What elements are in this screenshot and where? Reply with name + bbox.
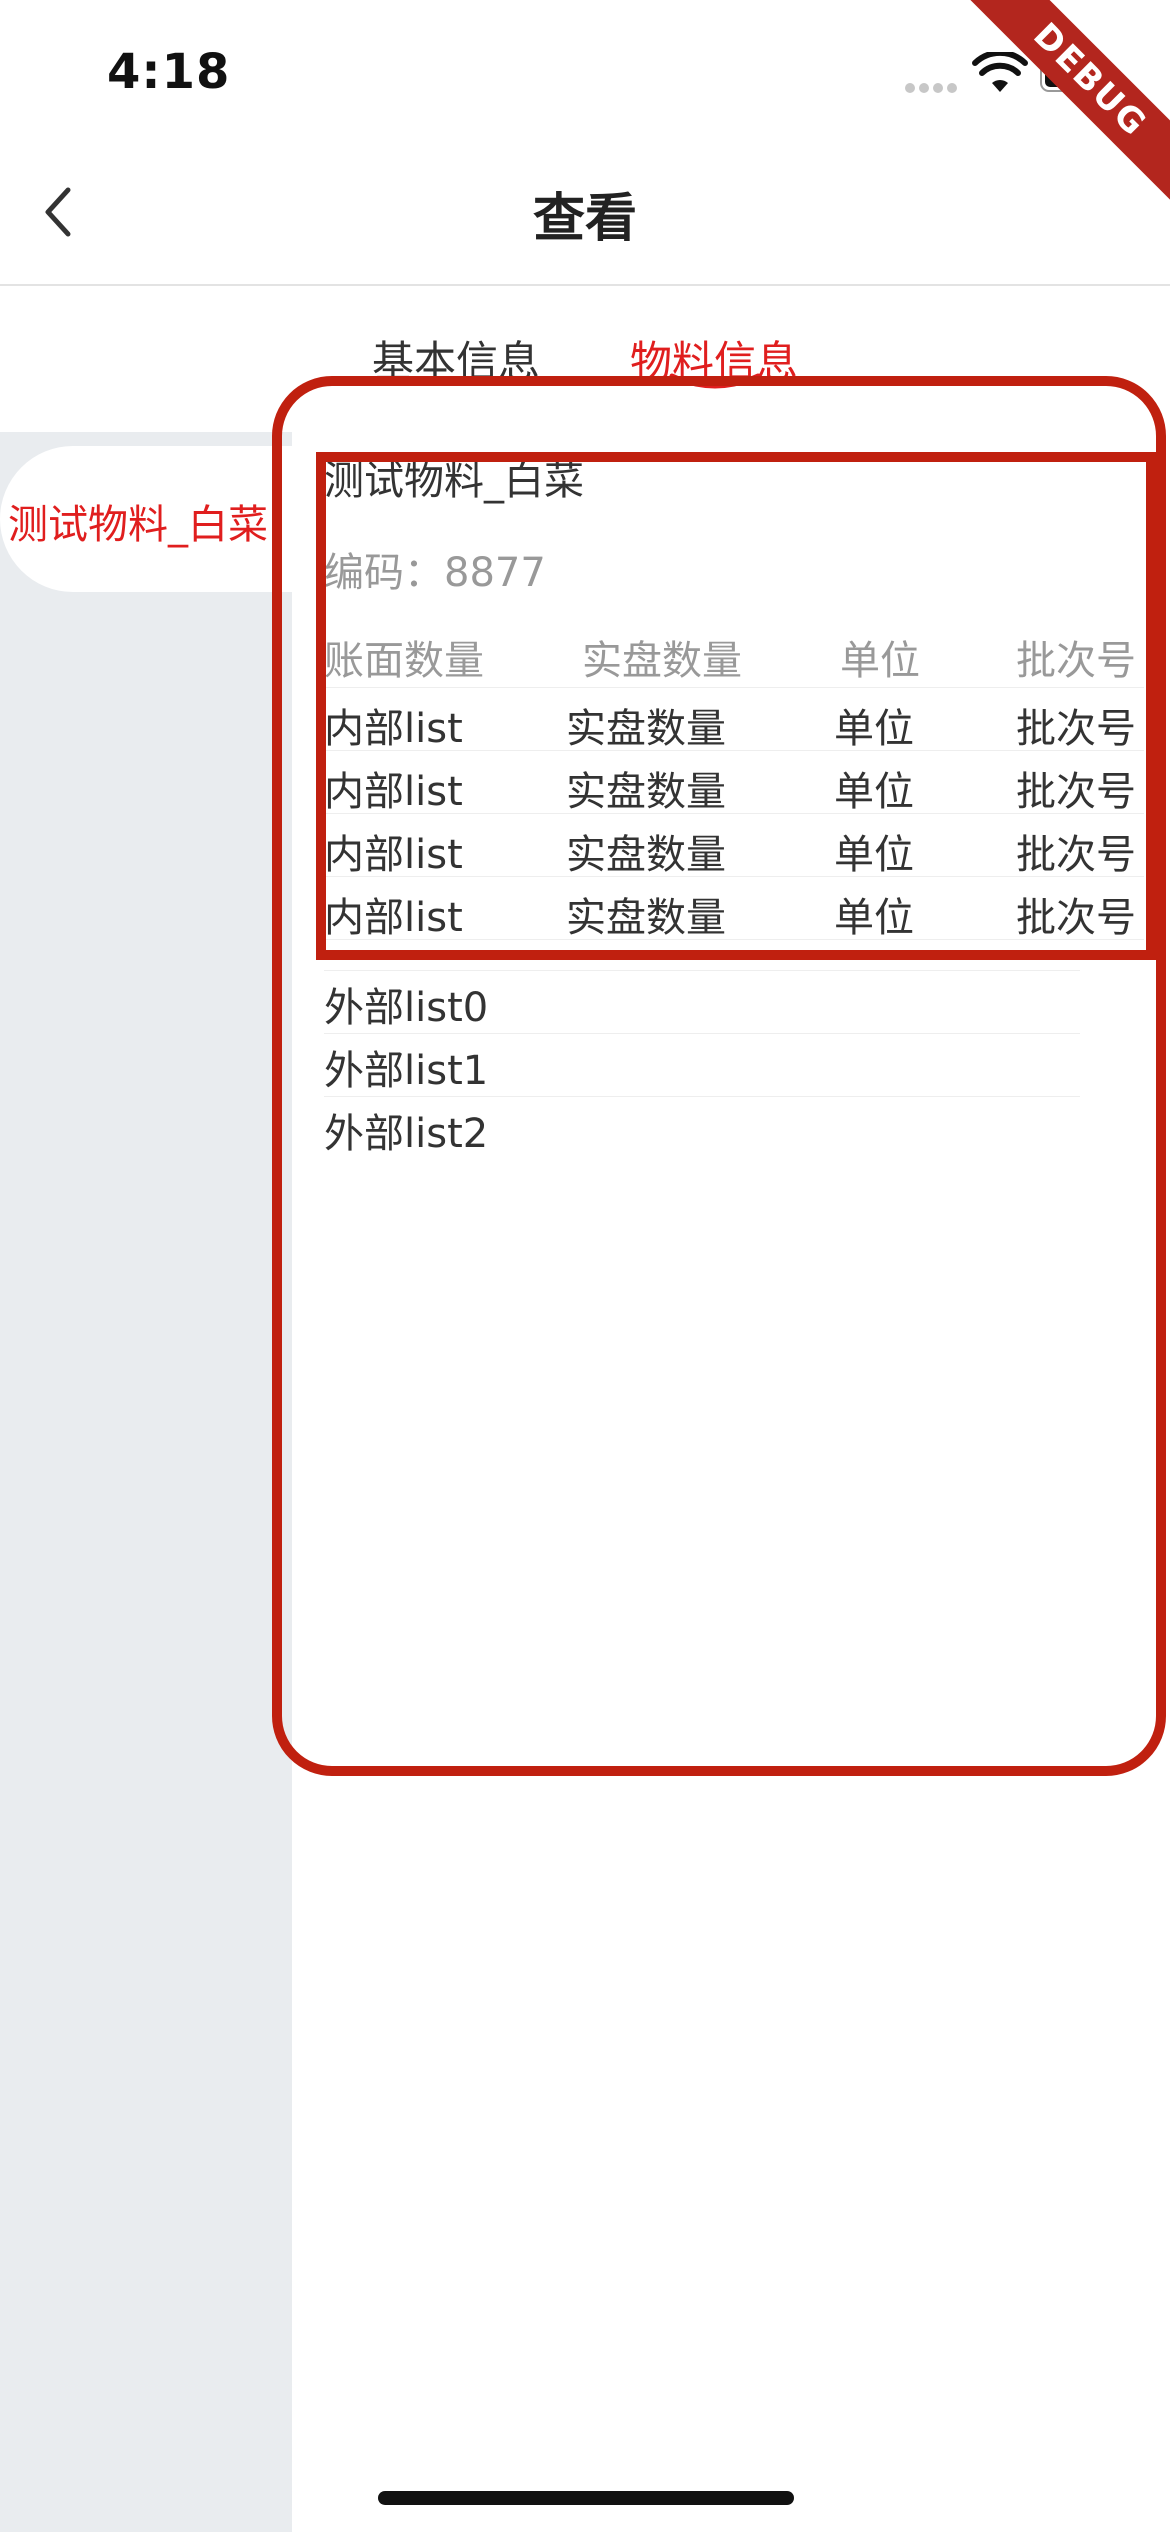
header-actual-qty: 实盘数量: [582, 638, 742, 684]
table-cell: 批次号: [1016, 769, 1136, 815]
header-unit: 单位: [840, 638, 920, 684]
sidebar-item-material[interactable]: 测试物料_白菜: [0, 446, 300, 592]
table-cell: 内部list: [324, 832, 463, 878]
table-cell: 实盘数量: [566, 895, 726, 941]
material-code: 编码：8877: [324, 550, 546, 596]
table-cell: 单位: [834, 706, 914, 752]
status-time: 4:18: [107, 44, 231, 100]
table-cell: 实盘数量: [566, 832, 726, 878]
wifi-icon: [972, 52, 1028, 92]
table-cell: 实盘数量: [566, 769, 726, 815]
table-cell: 内部list: [324, 706, 463, 752]
tab-basic-info[interactable]: 基本信息: [372, 328, 540, 389]
list-item[interactable]: 外部list2: [324, 1096, 1080, 1159]
nav-bar: 查看: [0, 140, 1170, 286]
inner-table: 账面数量 实盘数量 单位 批次号 内部list 实盘数量 单位 批次号 内部li…: [324, 620, 1144, 941]
table-row: 内部list 实盘数量 单位 批次号: [324, 688, 1144, 752]
table-cell: 批次号: [1016, 832, 1136, 878]
home-indicator[interactable]: [378, 2491, 794, 2505]
material-name: 测试物料_白菜: [324, 458, 584, 504]
table-cell: 单位: [834, 769, 914, 815]
inner-table-header: 账面数量 实盘数量 单位 批次号: [324, 620, 1144, 688]
table-cell: 内部list: [324, 769, 463, 815]
table-row: 内部list 实盘数量 单位 批次号: [324, 877, 1144, 941]
sidebar-item-label: 测试物料_白菜: [8, 502, 268, 548]
outer-list: 外部list0 外部list1 外部list2: [324, 970, 1080, 1159]
header-book-qty: 账面数量: [324, 638, 484, 684]
table-row: 内部list 实盘数量 单位 批次号: [324, 751, 1144, 815]
table-cell: 批次号: [1016, 706, 1136, 752]
cellular-signal-icon: [905, 78, 961, 93]
tab-bar: 基本信息 物料信息: [0, 288, 1170, 432]
table-cell: 单位: [834, 832, 914, 878]
table-cell: 内部list: [324, 895, 463, 941]
category-sidebar: [0, 432, 292, 2532]
active-tab-indicator: [669, 373, 761, 389]
screen: 4:18 DEBUG 查看 基本信息 物料信息 测试物料_白菜 测试物料_白菜: [0, 0, 1170, 2532]
table-cell: 实盘数量: [566, 706, 726, 752]
table-cell: 批次号: [1016, 895, 1136, 941]
table-row: 内部list 实盘数量 单位 批次号: [324, 814, 1144, 878]
table-cell: 单位: [834, 895, 914, 941]
page-title: 查看: [532, 189, 637, 249]
header-batch-no: 批次号: [1016, 638, 1136, 684]
list-item[interactable]: 外部list1: [324, 1033, 1080, 1096]
list-item[interactable]: 外部list0: [324, 970, 1080, 1033]
